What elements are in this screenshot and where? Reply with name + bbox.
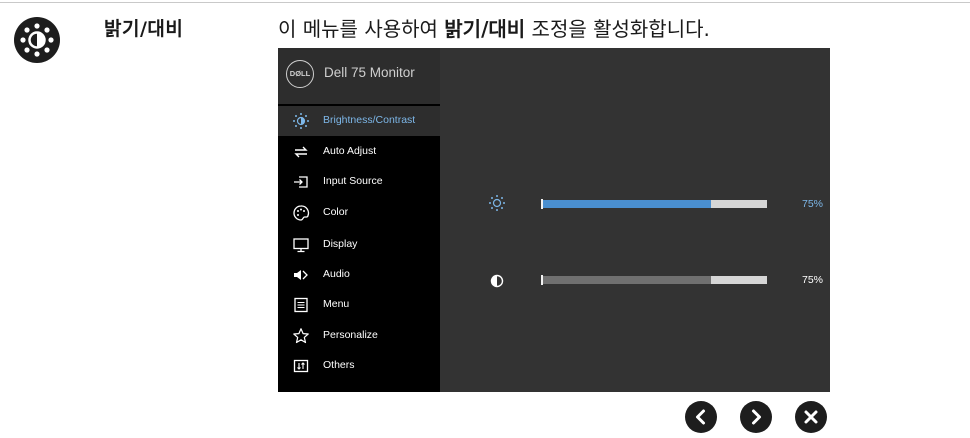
brightness-slider-start bbox=[541, 199, 543, 209]
menu-item-input-source[interactable]: Input Source bbox=[278, 167, 440, 197]
close-button[interactable] bbox=[795, 401, 827, 433]
brightness-value: 75% bbox=[802, 198, 824, 210]
osd-sidebar: DØLL Dell 75 Monitor Brightness/Contrast… bbox=[278, 48, 440, 392]
feature-description: 이 메뉴를 사용하여 밝기/대비 조정을 활성화합니다. bbox=[278, 13, 710, 42]
brightness-slider[interactable] bbox=[541, 199, 767, 209]
menu-item-label: Menu bbox=[323, 298, 350, 310]
feature-title: 밝기/대비 bbox=[104, 18, 184, 40]
dell-logo: DØLL bbox=[286, 60, 314, 88]
contrast-slider-start bbox=[541, 275, 543, 285]
contrast-value: 75% bbox=[802, 274, 824, 286]
menu-item-label: Input Source bbox=[323, 175, 383, 187]
star-icon bbox=[293, 328, 309, 344]
menu-item-label: Auto Adjust bbox=[323, 145, 377, 157]
display-icon bbox=[293, 238, 309, 253]
osd-window: DØLL Dell 75 Monitor Brightness/Contrast… bbox=[278, 48, 830, 392]
menu-item-personalize[interactable]: Personalize bbox=[278, 321, 440, 351]
next-button[interactable] bbox=[740, 401, 772, 433]
chevron-left-icon bbox=[696, 409, 705, 425]
audio-icon bbox=[294, 270, 308, 280]
description-suffix: 조정을 활성화합니다. bbox=[525, 17, 710, 41]
menu-item-label: Brightness/Contrast bbox=[323, 114, 416, 126]
brightness-contrast-feature-icon bbox=[14, 17, 60, 63]
others-icon bbox=[293, 359, 309, 373]
monitor-model-name: Dell 75 Monitor bbox=[324, 65, 415, 80]
menu-item-others[interactable]: Others bbox=[278, 351, 440, 381]
previous-button[interactable] bbox=[685, 401, 717, 433]
menu-item-brightness-contrast[interactable]: Brightness/Contrast bbox=[278, 106, 440, 136]
contrast-slider[interactable] bbox=[541, 275, 767, 285]
top-divider bbox=[0, 2, 970, 3]
menu-icon bbox=[294, 297, 308, 313]
close-icon bbox=[804, 410, 818, 424]
menu-item-auto-adjust[interactable]: Auto Adjust bbox=[278, 137, 440, 167]
menu-item-label: Personalize bbox=[323, 329, 378, 341]
menu-item-label: Display bbox=[323, 238, 358, 250]
description-bold: 밝기/대비 bbox=[444, 17, 526, 41]
menu-item-label: Others bbox=[323, 359, 355, 371]
osd-header: DØLL Dell 75 Monitor bbox=[278, 48, 440, 104]
auto-adjust-icon bbox=[294, 146, 308, 158]
menu-item-label: Audio bbox=[323, 268, 350, 280]
brightness-icon bbox=[489, 195, 505, 211]
chevron-right-icon bbox=[752, 409, 761, 425]
contrast-slider-fill bbox=[541, 276, 711, 284]
brightness-slider-fill bbox=[541, 200, 711, 208]
menu-item-menu[interactable]: Menu bbox=[278, 290, 440, 320]
brightness-icon bbox=[293, 113, 309, 129]
input-source-icon bbox=[294, 176, 308, 188]
menu-item-color[interactable]: Color bbox=[278, 198, 440, 228]
menu-item-label: Color bbox=[323, 206, 349, 218]
contrast-icon bbox=[490, 274, 504, 288]
menu-item-display[interactable]: Display bbox=[278, 230, 440, 260]
menu-item-audio[interactable]: Audio bbox=[278, 260, 440, 290]
color-palette-icon bbox=[293, 205, 310, 221]
description-prefix: 이 메뉴를 사용하여 bbox=[278, 17, 445, 41]
